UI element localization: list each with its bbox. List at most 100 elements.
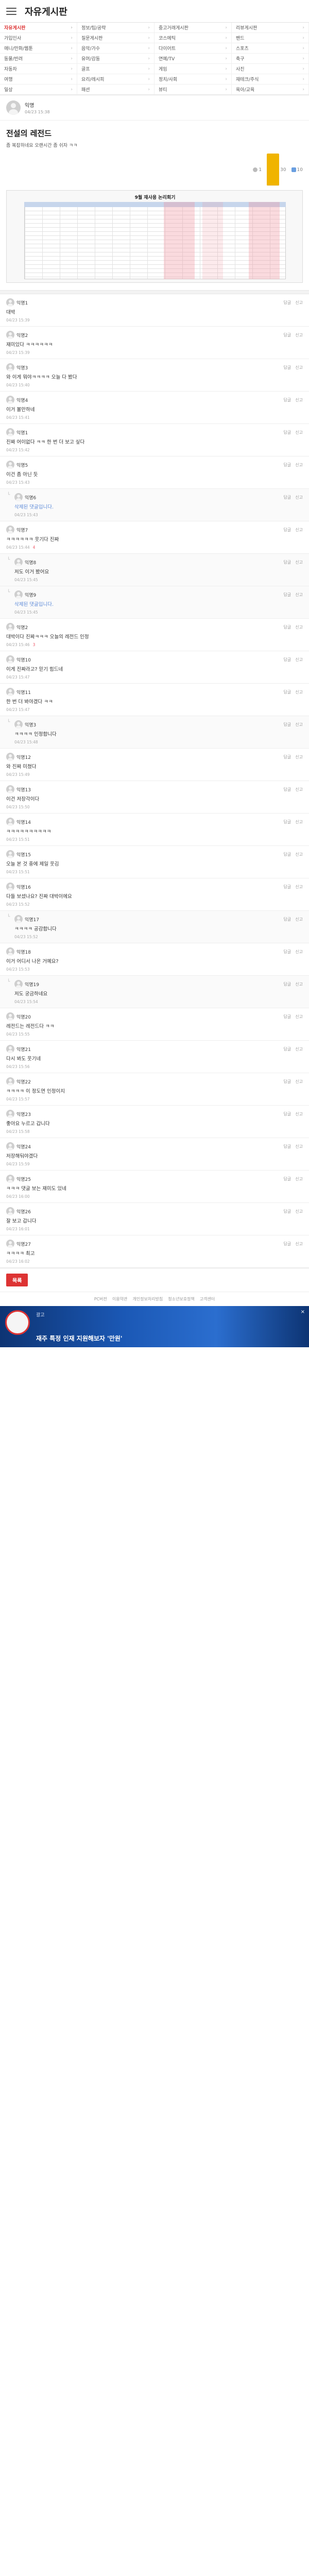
category-item[interactable]: 밴드 › — [232, 33, 309, 43]
report-button[interactable]: 신고 — [295, 1079, 303, 1084]
reply-button[interactable]: 답글 — [284, 689, 291, 695]
footer-link[interactable]: 고객센터 — [200, 1296, 215, 1302]
reply-button[interactable]: 답글 — [284, 1111, 291, 1117]
category-item[interactable]: 다이어트 › — [154, 43, 232, 54]
report-button[interactable]: 신고 — [295, 1209, 303, 1214]
reply-button[interactable]: 답글 — [284, 1046, 291, 1052]
reply-button[interactable]: 답글 — [284, 1079, 291, 1084]
report-button[interactable]: 신고 — [295, 787, 303, 792]
reply-button[interactable]: 답글 — [284, 495, 291, 500]
report-button[interactable]: 신고 — [295, 689, 303, 695]
reply-button[interactable]: 답글 — [284, 300, 291, 306]
category-item[interactable]: 자유게시판 › — [0, 23, 77, 33]
category-item[interactable]: 패션 › — [77, 84, 154, 95]
report-button[interactable]: 신고 — [295, 624, 303, 630]
reply-button[interactable]: 답글 — [284, 884, 291, 890]
reply-button[interactable]: 답글 — [284, 917, 291, 922]
report-button[interactable]: 신고 — [295, 1111, 303, 1117]
report-button[interactable]: 신고 — [295, 560, 303, 565]
category-item[interactable]: 유머/감동 › — [77, 54, 154, 64]
report-button[interactable]: 신고 — [295, 592, 303, 598]
reply-button[interactable]: 답글 — [284, 430, 291, 435]
reply-button[interactable]: 답글 — [284, 624, 291, 630]
report-button[interactable]: 신고 — [295, 819, 303, 825]
category-item[interactable]: 리뷰게시판 › — [232, 23, 309, 33]
report-button[interactable]: 신고 — [295, 917, 303, 922]
category-item[interactable]: 가입인사 › — [0, 33, 77, 43]
reply-button[interactable]: 답글 — [284, 560, 291, 565]
menu-icon[interactable] — [6, 7, 16, 15]
reply-button[interactable]: 답글 — [284, 819, 291, 825]
category-item[interactable]: 사진 › — [232, 64, 309, 74]
category-item[interactable]: 동물/반려 › — [0, 54, 77, 64]
category-item[interactable]: 질문게시판 › — [77, 33, 154, 43]
category-item[interactable]: 일상 › — [0, 84, 77, 95]
report-button[interactable]: 신고 — [295, 657, 303, 663]
list-button[interactable]: 목록 — [6, 1274, 28, 1286]
category-item[interactable]: 스포츠 › — [232, 43, 309, 54]
like-count[interactable]: 10 — [291, 167, 303, 173]
reply-button[interactable]: 답글 — [284, 754, 291, 760]
reply-button[interactable]: 답글 — [284, 981, 291, 987]
reply-button[interactable]: 답글 — [284, 1144, 291, 1149]
report-button[interactable]: 신고 — [295, 462, 303, 468]
report-button[interactable]: 신고 — [295, 1144, 303, 1149]
reply-button[interactable]: 답글 — [284, 592, 291, 598]
reply-button[interactable]: 답글 — [284, 332, 291, 338]
report-button[interactable]: 신고 — [295, 754, 303, 760]
close-icon[interactable]: × — [301, 1309, 305, 1315]
category-item[interactable]: 여행 › — [0, 74, 77, 84]
report-button[interactable]: 신고 — [295, 397, 303, 403]
category-item[interactable]: 코스메틱 › — [154, 33, 232, 43]
reply-button[interactable]: 답글 — [284, 787, 291, 792]
category-item[interactable]: 자동차 › — [0, 64, 77, 74]
category-item[interactable]: 축구 › — [232, 54, 309, 64]
footer-link[interactable]: 이용약관 — [112, 1296, 127, 1302]
reply-button[interactable]: 답글 — [284, 462, 291, 468]
category-item[interactable]: 음악/가수 › — [77, 43, 154, 54]
reply-button[interactable]: 답글 — [284, 657, 291, 663]
reply-button[interactable]: 답글 — [284, 852, 291, 857]
ad-banner[interactable]: 광고 재주 특정 인재 지원해보자 '만원' × — [0, 1306, 309, 1347]
report-button[interactable]: 신고 — [295, 300, 303, 306]
reply-button[interactable]: 답글 — [284, 1176, 291, 1182]
comment-count[interactable]: 30 — [267, 154, 286, 186]
reply-button[interactable]: 답글 — [284, 365, 291, 370]
report-button[interactable]: 신고 — [295, 332, 303, 338]
report-button[interactable]: 신고 — [295, 722, 303, 727]
comment: 익명27 답글 신고 ㅋㅋㅋㅋ 최고 04/23 16:02 — [0, 1235, 309, 1268]
category-item[interactable]: 정치/사회 › — [154, 74, 232, 84]
report-button[interactable]: 신고 — [295, 527, 303, 533]
category-item[interactable]: 육아/교육 › — [232, 84, 309, 95]
footer-link[interactable]: 개인정보처리방침 — [132, 1296, 163, 1302]
report-button[interactable]: 신고 — [295, 1014, 303, 1020]
report-button[interactable]: 신고 — [295, 884, 303, 890]
category-item[interactable]: 요리/레시피 › — [77, 74, 154, 84]
report-button[interactable]: 신고 — [295, 981, 303, 987]
reply-button[interactable]: 답글 — [284, 949, 291, 955]
footer-link[interactable]: PC버전 — [94, 1296, 107, 1302]
category-item[interactable]: 애니/만화/웹툰 › — [0, 43, 77, 54]
category-item[interactable]: 중고거래게시판 › — [154, 23, 232, 33]
report-button[interactable]: 신고 — [295, 1046, 303, 1052]
report-button[interactable]: 신고 — [295, 1176, 303, 1182]
reply-button[interactable]: 답글 — [284, 1209, 291, 1214]
report-button[interactable]: 신고 — [295, 949, 303, 955]
category-item[interactable]: 연예/TV › — [154, 54, 232, 64]
report-button[interactable]: 신고 — [295, 1241, 303, 1247]
reply-button[interactable]: 답글 — [284, 722, 291, 727]
footer-link[interactable]: 청소년보호정책 — [168, 1296, 195, 1302]
category-item[interactable]: 골프 › — [77, 64, 154, 74]
report-button[interactable]: 신고 — [295, 430, 303, 435]
reply-button[interactable]: 답글 — [284, 527, 291, 533]
category-item[interactable]: 정보/팁/공략 › — [77, 23, 154, 33]
report-button[interactable]: 신고 — [295, 852, 303, 857]
category-item[interactable]: 게임 › — [154, 64, 232, 74]
report-button[interactable]: 신고 — [295, 495, 303, 500]
reply-button[interactable]: 답글 — [284, 397, 291, 403]
report-button[interactable]: 신고 — [295, 365, 303, 370]
reply-button[interactable]: 답글 — [284, 1241, 291, 1247]
category-item[interactable]: 뷰티 › — [154, 84, 232, 95]
category-item[interactable]: 재테크/주식 › — [232, 74, 309, 84]
reply-button[interactable]: 답글 — [284, 1014, 291, 1020]
